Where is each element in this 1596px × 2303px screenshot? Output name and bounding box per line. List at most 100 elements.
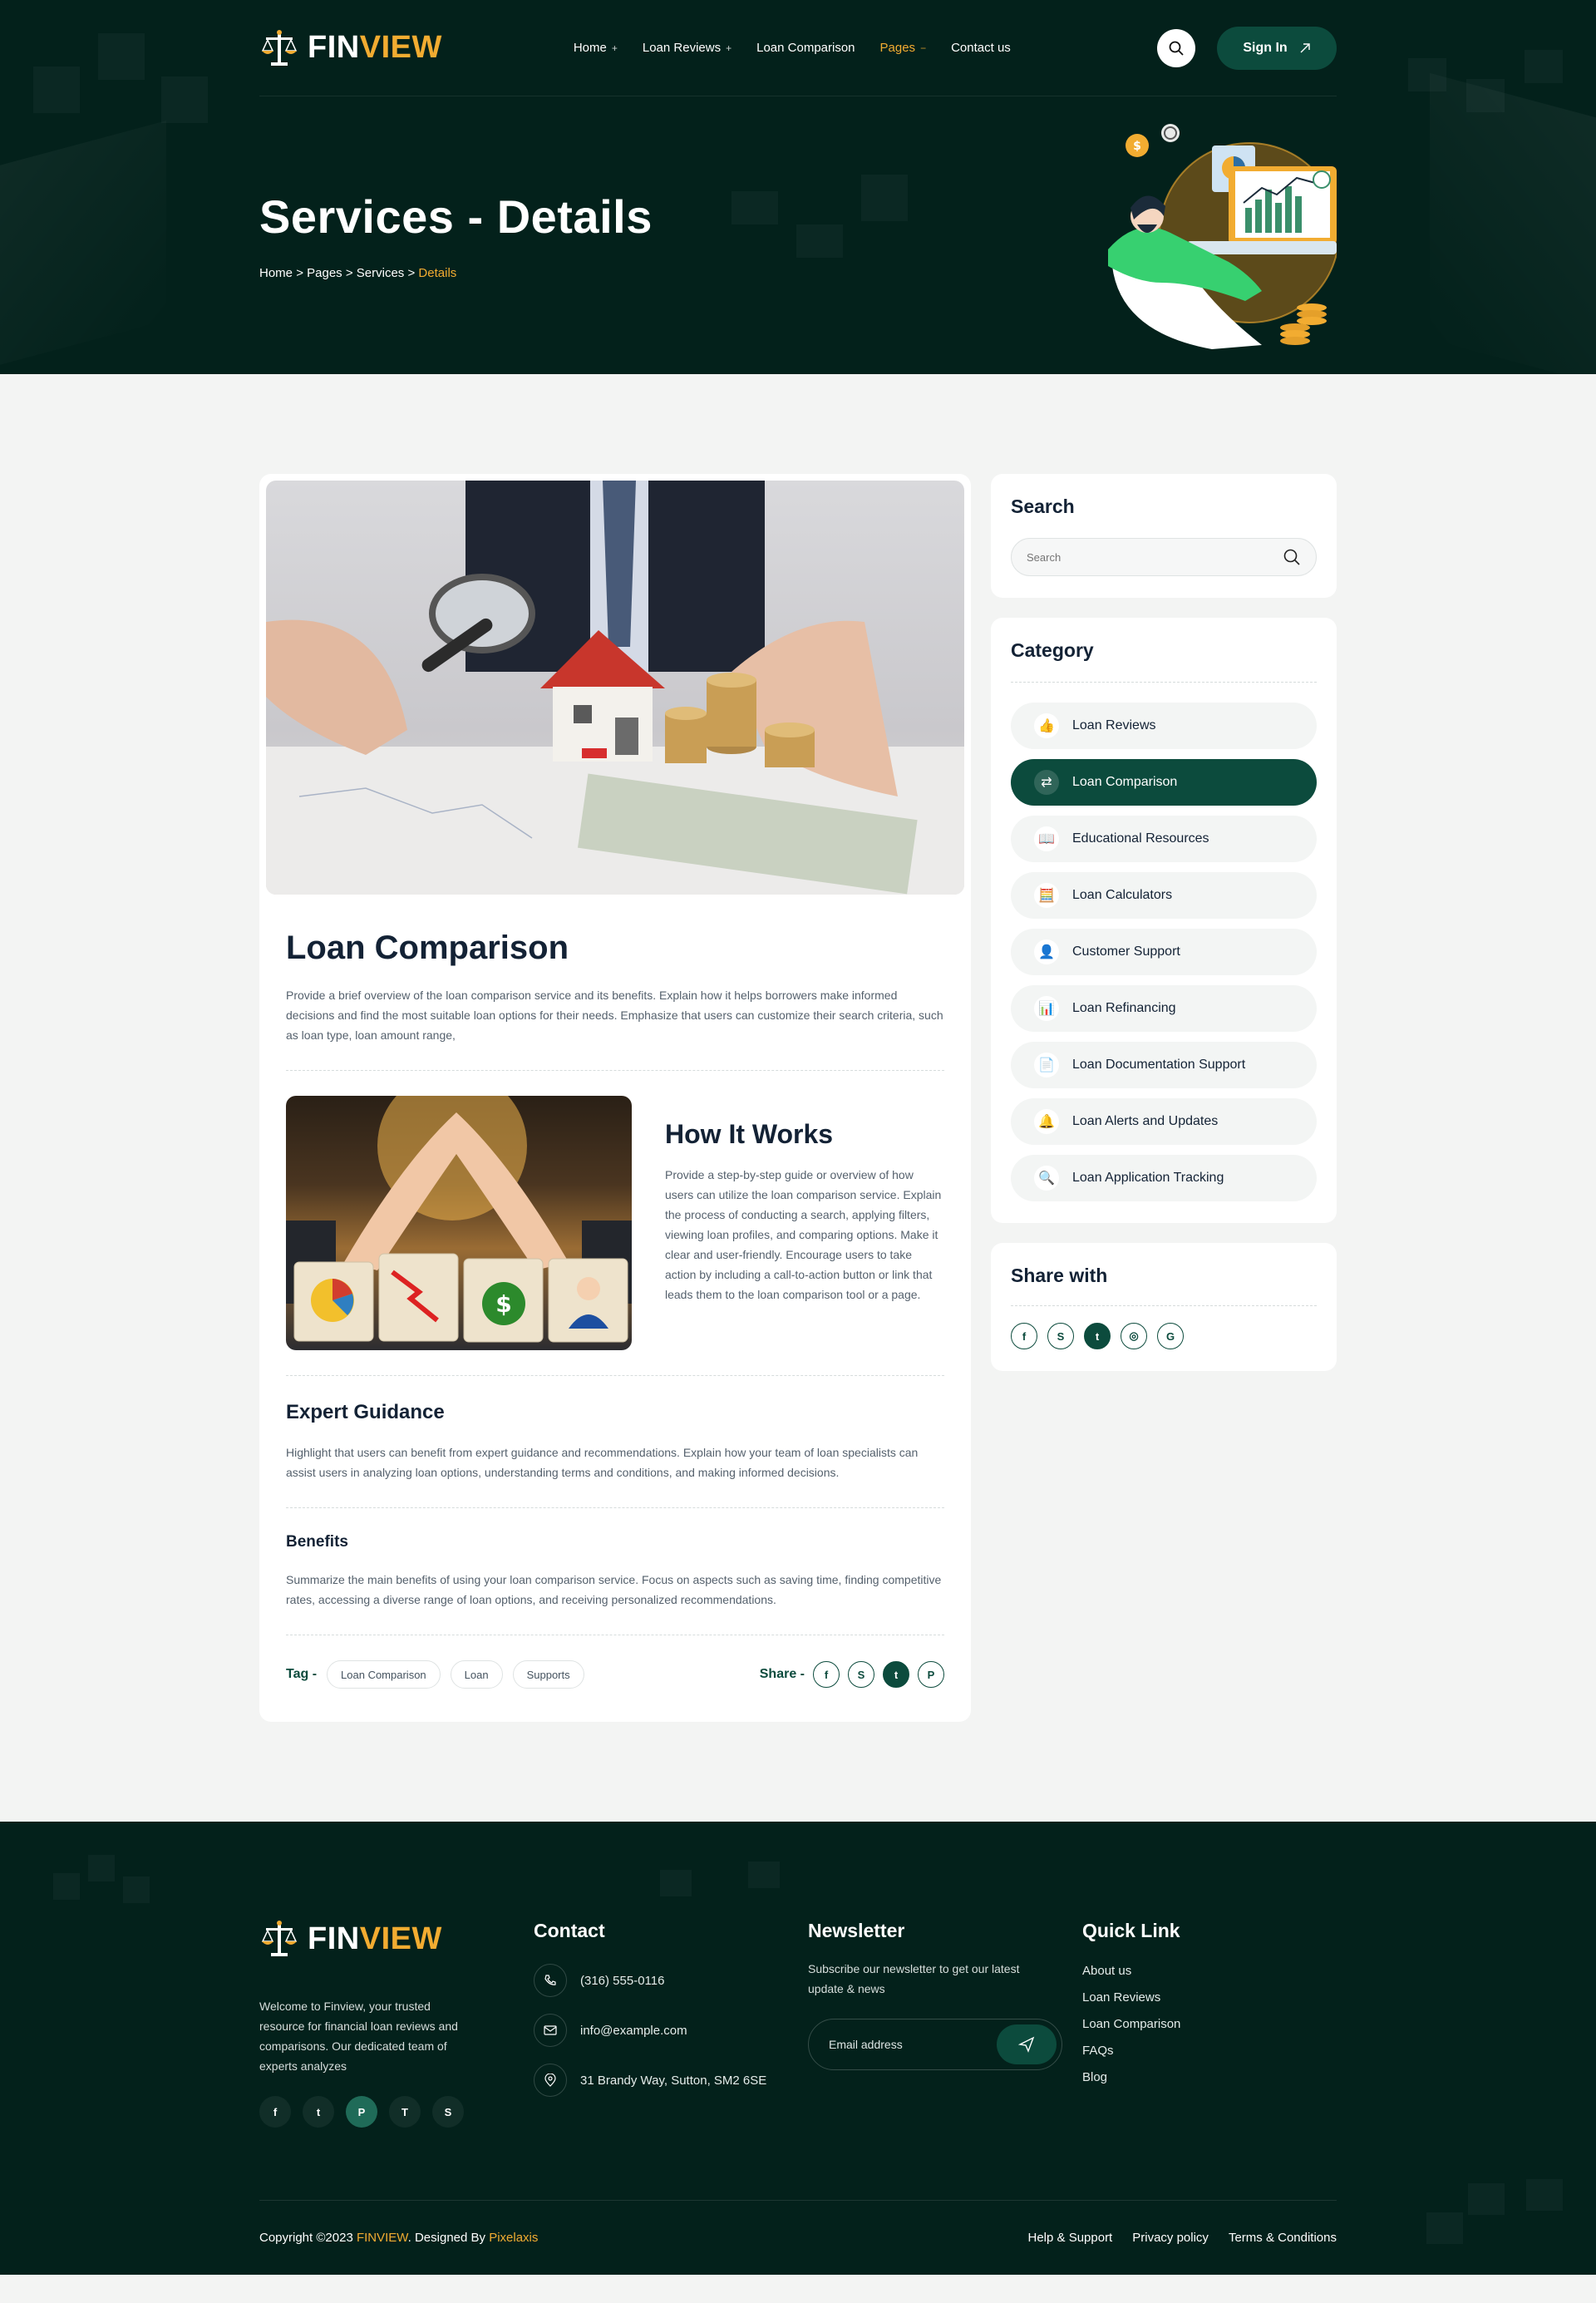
benefits-title: Benefits: [286, 1533, 348, 1551]
newsletter-form: [808, 2019, 1062, 2070]
decor-square: [1526, 2179, 1563, 2211]
category-loan-documentation-support[interactable]: 📄 Loan Documentation Support: [1011, 1042, 1317, 1088]
category-loan-alerts[interactable]: 🔔 Loan Alerts and Updates: [1011, 1098, 1317, 1145]
expert-guidance-text: Highlight that users can benefit from ex…: [286, 1446, 919, 1479]
twitter-icon[interactable]: t: [1084, 1323, 1111, 1349]
decor-shape: [0, 121, 166, 374]
how-it-works-text: Provide a step-by-step guide or overview…: [665, 1168, 942, 1301]
brand-name-part2: VIEW: [359, 1921, 442, 1956]
sidebar-search-input[interactable]: [1027, 550, 1283, 564]
decor-square: [88, 1855, 115, 1881]
category-widget: Category 👍 Loan Reviews ⇄ Loan Comparison …: [991, 618, 1337, 1223]
newsletter-email-input[interactable]: [829, 2038, 997, 2051]
nav-item-loan-reviews[interactable]: Loan Reviews +: [643, 41, 732, 55]
mail-icon: [534, 2014, 567, 2047]
nav-item-home[interactable]: Home +: [574, 41, 618, 55]
contact-email-text: info@example.com: [580, 2023, 687, 2038]
quick-link-loan-reviews[interactable]: Loan Reviews: [1082, 1990, 1180, 2005]
skype-icon[interactable]: S: [848, 1661, 874, 1688]
decor-shape: [1430, 72, 1596, 374]
nav-item-contact[interactable]: Contact us: [951, 41, 1011, 55]
skype-icon[interactable]: S: [432, 2096, 464, 2128]
twitter-icon[interactable]: t: [303, 2096, 334, 2128]
quick-link-loan-comparison[interactable]: Loan Comparison: [1082, 2017, 1180, 2031]
instagram-icon[interactable]: ◎: [1121, 1323, 1147, 1349]
decor-square: [1525, 50, 1563, 83]
footer-quick-links: Quick Link About us Loan Reviews Loan Co…: [1082, 1920, 1180, 2128]
tag-supports[interactable]: Supports: [512, 1660, 584, 1689]
share-widget: Share with f S t ◎ G: [991, 1243, 1337, 1371]
share-widget-icons: f S t ◎ G: [1011, 1305, 1317, 1349]
site-footer: FINVIEW Welcome to Finview, your trusted…: [0, 1822, 1596, 2275]
github-icon[interactable]: G: [1157, 1323, 1184, 1349]
footer-newsletter: Newsletter Subscribe our newsletter to g…: [808, 1920, 1082, 2128]
thumbs-up-icon: 👍: [1034, 713, 1059, 738]
search-icon[interactable]: [1283, 548, 1301, 566]
contact-email[interactable]: info@example.com: [534, 2014, 808, 2047]
help-support-link[interactable]: Help & Support: [1028, 2231, 1113, 2245]
tag-loan-comparison[interactable]: Loan Comparison: [327, 1660, 441, 1689]
decor-square: [33, 67, 80, 113]
category-loan-calculators[interactable]: 🧮 Loan Calculators: [1011, 872, 1317, 919]
facebook-icon[interactable]: f: [1011, 1323, 1037, 1349]
alert-icon: 🔔: [1034, 1109, 1059, 1134]
footer-brand-logo[interactable]: FINVIEW: [259, 1920, 534, 1958]
decor-square: [161, 76, 208, 123]
search-widget-title: Search: [1011, 496, 1075, 517]
category-customer-support[interactable]: 👤 Customer Support: [1011, 929, 1317, 975]
twitter-icon[interactable]: t: [883, 1661, 909, 1688]
quick-link-blog[interactable]: Blog: [1082, 2070, 1180, 2084]
nav-item-pages[interactable]: Pages −: [880, 41, 927, 55]
sign-in-button[interactable]: Sign In: [1217, 26, 1337, 70]
breadcrumb-home[interactable]: Home: [259, 266, 293, 280]
support-icon: 👤: [1034, 939, 1059, 964]
decor-square: [123, 1876, 150, 1903]
designer-link[interactable]: Pixelaxis: [489, 2231, 538, 2245]
svg-text:$: $: [1133, 140, 1141, 153]
terms-conditions-link[interactable]: Terms & Conditions: [1229, 2231, 1337, 2245]
send-icon: [1018, 2036, 1035, 2053]
search-button[interactable]: [1157, 28, 1195, 67]
share-widget-title: Share with: [1011, 1265, 1108, 1286]
brand-logo[interactable]: FINVIEW: [259, 29, 442, 67]
newsletter-submit-button[interactable]: [997, 2024, 1057, 2064]
newsletter-title: Newsletter: [808, 1920, 905, 1941]
quick-link-faqs[interactable]: FAQs: [1082, 2044, 1180, 2058]
privacy-policy-link[interactable]: Privacy policy: [1132, 2231, 1209, 2245]
decor-square: [1468, 2183, 1505, 2215]
pinterest-icon[interactable]: P: [346, 2096, 377, 2128]
breadcrumb-sep: >: [296, 266, 303, 280]
facebook-icon[interactable]: f: [813, 1661, 840, 1688]
pinterest-icon[interactable]: P: [918, 1661, 944, 1688]
newsletter-text: Subscribe our newsletter to get our late…: [808, 1962, 1020, 1995]
quick-link-about[interactable]: About us: [1082, 1964, 1180, 1978]
category-loan-reviews[interactable]: 👍 Loan Reviews: [1011, 703, 1317, 749]
skype-icon[interactable]: S: [1047, 1323, 1074, 1349]
search-icon: [1169, 41, 1184, 56]
how-it-works-title: How It Works: [665, 1119, 834, 1149]
nav-item-loan-comparison[interactable]: Loan Comparison: [756, 41, 855, 55]
breadcrumb-pages[interactable]: Pages: [307, 266, 342, 280]
category-loan-refinancing[interactable]: 📊 Loan Refinancing: [1011, 985, 1317, 1032]
copyright: Copyright ©2023 FINVIEW. Designed By Pix…: [259, 2231, 539, 2245]
tag-loan[interactable]: Loan: [450, 1660, 503, 1689]
footer-contact-title: Contact: [534, 1920, 605, 1941]
chart-icon: 📊: [1034, 996, 1059, 1021]
breadcrumb: Home > Pages > Services > Details: [259, 266, 456, 280]
article-share: Share - f S t P: [760, 1661, 944, 1688]
twitch-icon[interactable]: T: [389, 2096, 421, 2128]
main-menu: Home + Loan Reviews + Loan Comparison Page…: [574, 41, 1011, 55]
breadcrumb-services[interactable]: Services: [357, 266, 405, 280]
category-educational-resources[interactable]: 📖 Educational Resources: [1011, 816, 1317, 862]
divider: [286, 1507, 944, 1508]
service-detail-card: Loan Comparison Provide a brief overview…: [259, 474, 971, 1722]
category-loan-application-tracking[interactable]: 🔍 Loan Application Tracking: [1011, 1155, 1317, 1201]
location-icon: [534, 2064, 567, 2097]
category-loan-comparison[interactable]: ⇄ Loan Comparison: [1011, 759, 1317, 806]
facebook-icon[interactable]: f: [259, 2096, 291, 2128]
tag-label: Tag -: [286, 1667, 318, 1681]
puzzle-hands-image: $: [286, 1096, 632, 1350]
quick-links-title: Quick Link: [1082, 1920, 1180, 1941]
contact-phone[interactable]: (316) 555-0116: [534, 1964, 808, 1997]
category-list: 👍 Loan Reviews ⇄ Loan Comparison 📖 Educatio…: [1011, 682, 1317, 1201]
